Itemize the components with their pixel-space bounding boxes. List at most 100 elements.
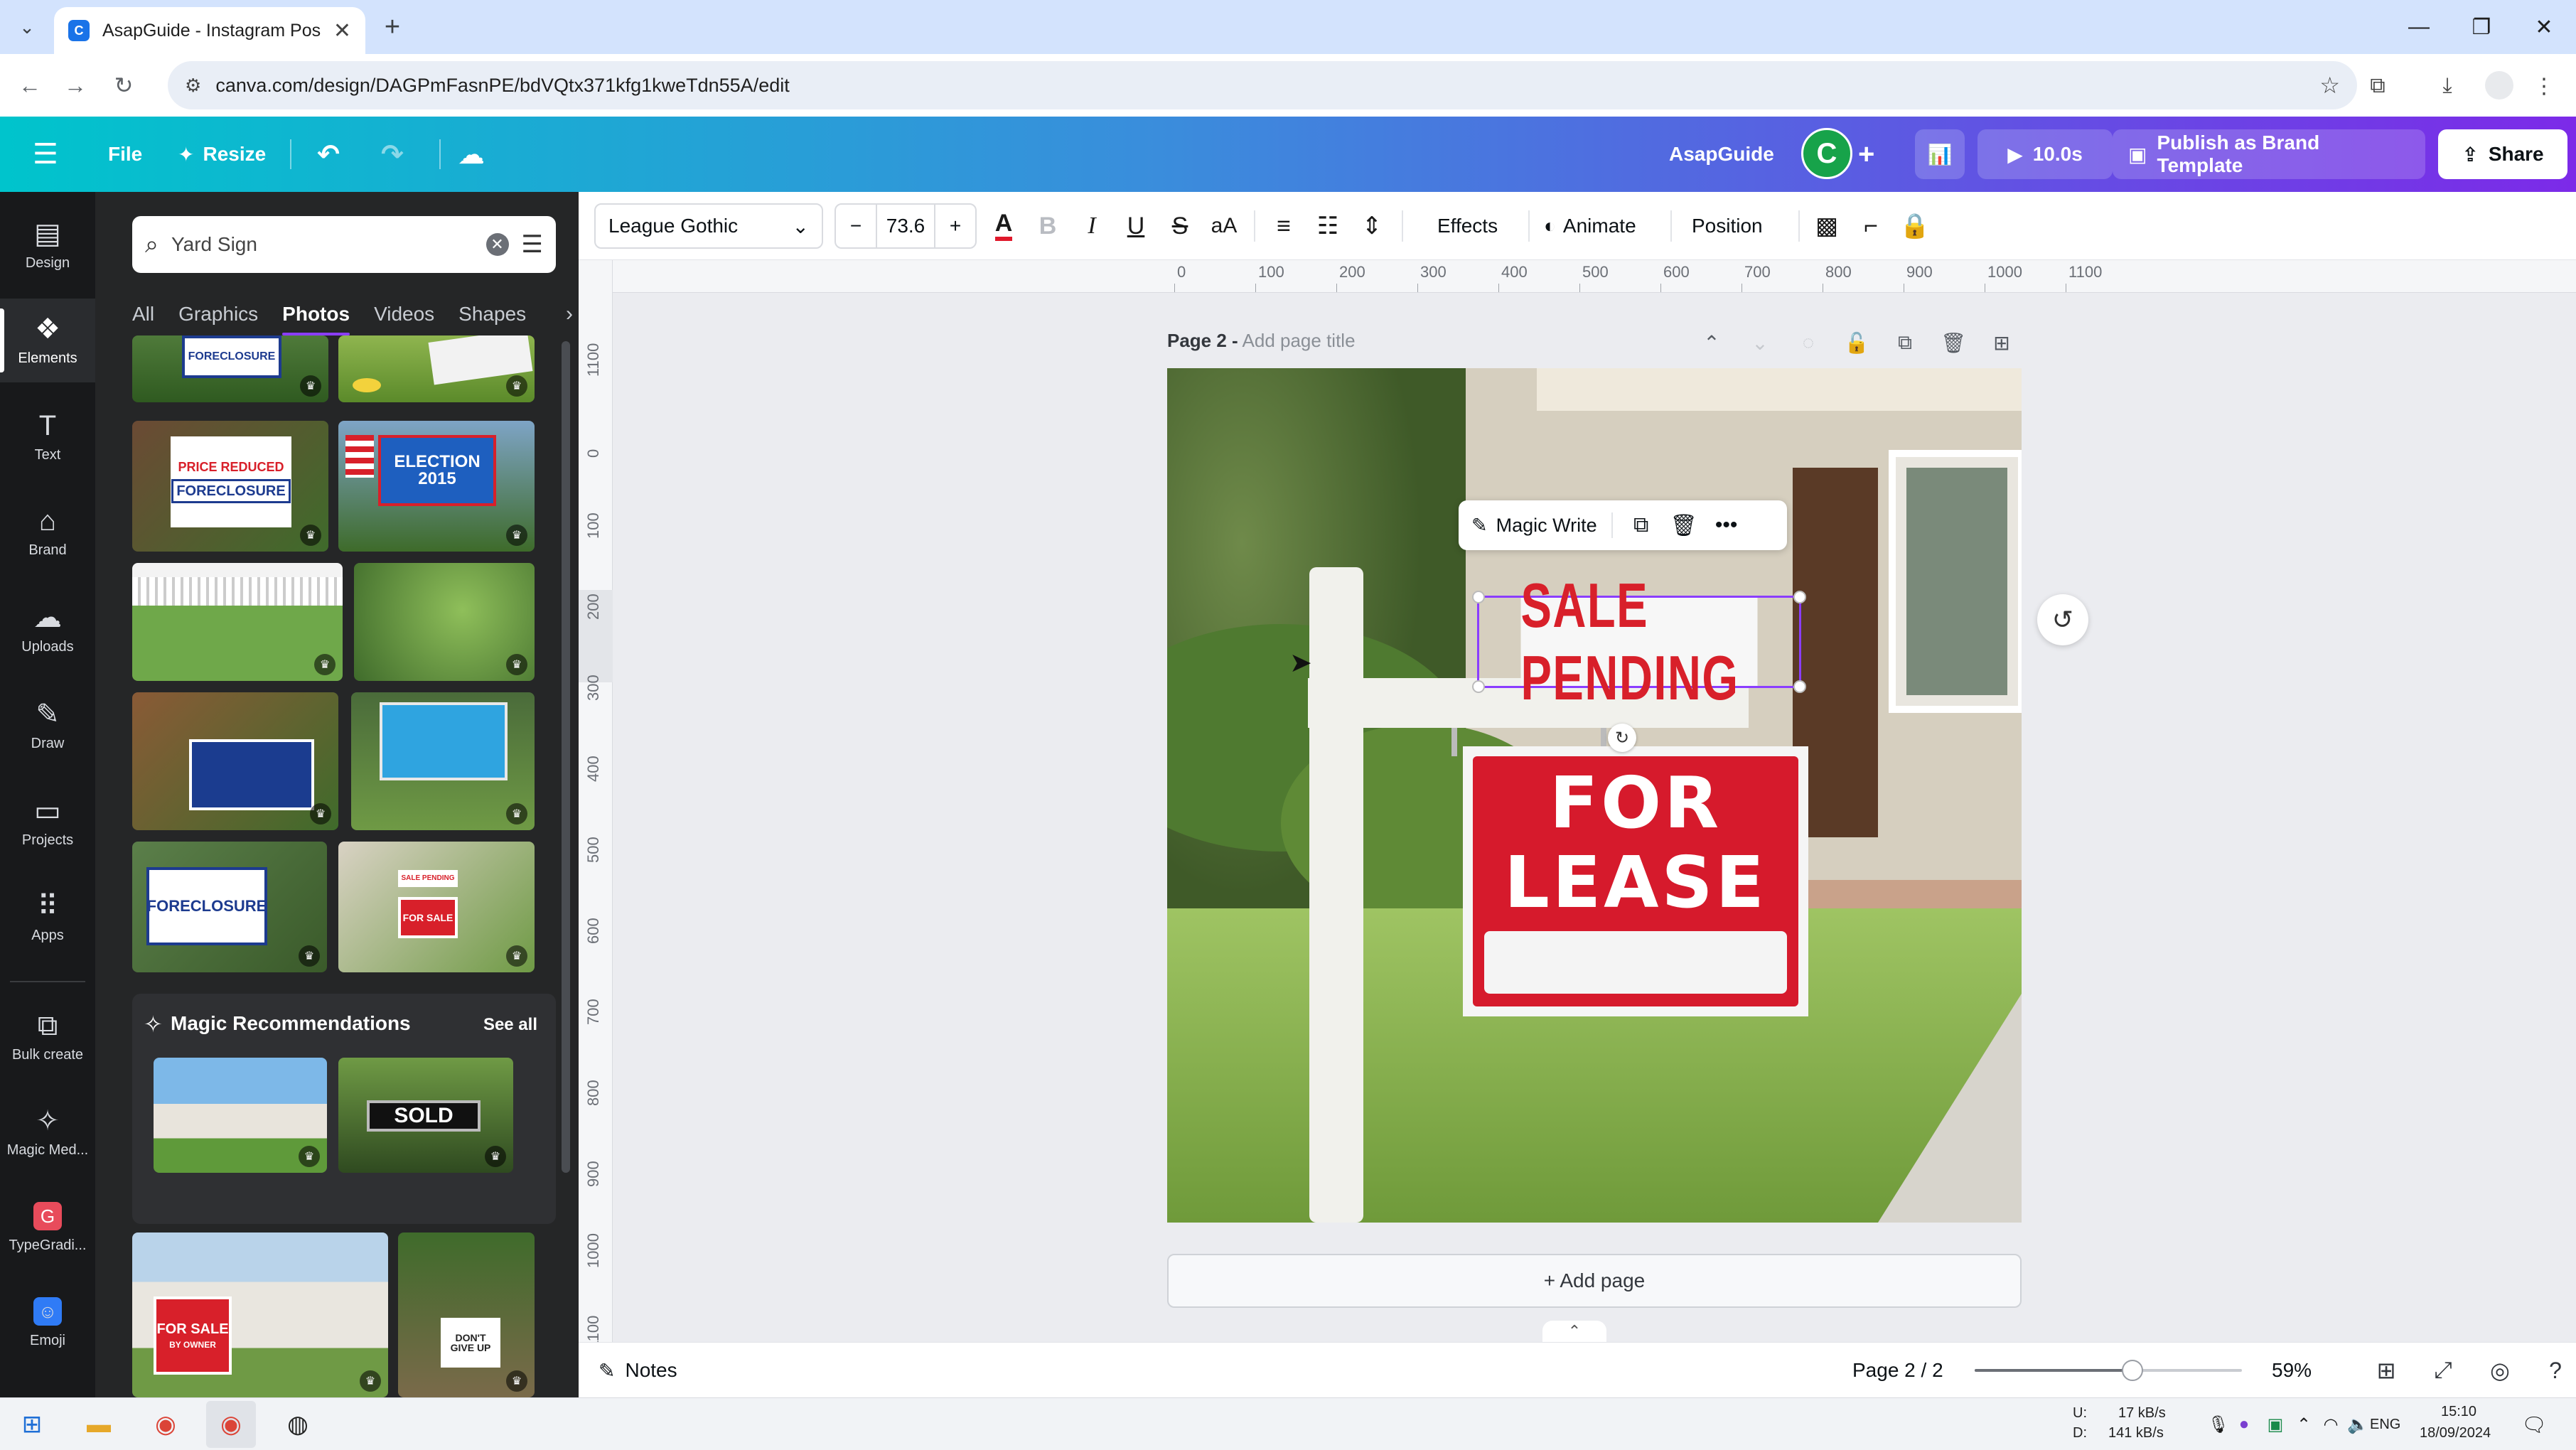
clock-time[interactable]: 15:10 (2441, 1404, 2476, 1420)
team-name[interactable]: AsapGuide (1669, 117, 1774, 192)
transparency-icon[interactable]: ▩ (1808, 208, 1845, 245)
file-explorer-icon[interactable]: ▬ (81, 1407, 117, 1442)
rail-item-apps[interactable]: ⠿ Apps (0, 876, 95, 960)
rotate-handle-icon[interactable]: ↻ (1608, 724, 1636, 752)
photo-thumbnail[interactable]: FORECLOSURE ♛ (132, 335, 328, 402)
rail-item-draw[interactable]: ✎ Draw (0, 684, 95, 768)
site-info-icon[interactable]: ⚙ (185, 75, 201, 97)
spacing-icon[interactable]: ⇕ (1353, 208, 1390, 245)
tab-videos[interactable]: Videos (374, 303, 434, 326)
delete-page-icon[interactable]: 🗑 (1939, 328, 1968, 357)
effects-button[interactable]: Effects (1432, 203, 1503, 249)
rail-item-uploads[interactable]: ☁ Uploads (0, 587, 95, 671)
bookmark-star-icon[interactable]: ☆ (2319, 72, 2340, 99)
photo-thumbnail[interactable]: ♛ (354, 563, 535, 681)
chrome-icon[interactable]: ◉ (148, 1407, 183, 1442)
move-page-down-icon[interactable]: ⌄ (1746, 328, 1774, 357)
see-all-link[interactable]: See all (483, 1015, 537, 1035)
align-center-icon[interactable]: ≡ (1265, 208, 1302, 245)
forward-icon[interactable]: → (60, 70, 91, 101)
italic-icon[interactable]: I (1073, 208, 1110, 245)
zoom-slider-handle[interactable] (2121, 1360, 2143, 1381)
hide-page-icon[interactable]: ◌ (1794, 328, 1823, 357)
add-collaborator-icon[interactable]: + (1858, 117, 1874, 192)
resize-handle[interactable] (1472, 591, 1485, 603)
photo-thumbnail[interactable]: ♛ (132, 692, 338, 830)
resize-handle[interactable] (1472, 680, 1485, 693)
bold-icon[interactable]: B (1029, 208, 1066, 245)
language-indicator[interactable]: ENG (2370, 1417, 2400, 1433)
reload-icon[interactable]: ↻ (108, 70, 139, 101)
undo-icon[interactable]: ↶ (317, 117, 340, 192)
duplicate-page-icon[interactable]: ⧉ (1891, 328, 1919, 357)
page-indicator[interactable]: Page 2 / 2 (1852, 1353, 1943, 1388)
search-box[interactable]: ⌕ Yard Sign ✕ ☰ (132, 216, 556, 273)
redo-icon[interactable]: ↷ (381, 117, 404, 192)
filter-icon[interactable]: ☰ (522, 230, 543, 259)
url-bar[interactable]: ⚙ canva.com/design/DAGPmFasnPE/bdVQtx371… (168, 61, 2357, 109)
photo-thumbnail[interactable]: ♛ (132, 563, 343, 681)
panel-scrollbar[interactable] (560, 341, 571, 1393)
rail-item-typegradient[interactable]: G TypeGradi... (0, 1186, 95, 1269)
fullscreen-icon[interactable]: ⤢ (2427, 1354, 2459, 1387)
publish-brand-template-button[interactable]: ▣ Publish as Brand Template (2113, 129, 2425, 179)
file-menu[interactable]: File (108, 117, 142, 192)
zoom-slider[interactable] (1975, 1369, 2242, 1372)
minimize-window-icon[interactable]: — (2394, 10, 2444, 44)
tab-graphics[interactable]: Graphics (178, 303, 258, 326)
new-tab-icon[interactable]: + (377, 11, 408, 43)
font-family-select[interactable]: League Gothic ⌄ (594, 203, 823, 249)
tab-photos[interactable]: Photos (282, 303, 350, 335)
add-page-icon[interactable]: ⊞ (1987, 328, 2016, 357)
photo-thumbnail[interactable]: ♛ (351, 692, 535, 830)
rail-item-elements[interactable]: ❖ Elements (0, 299, 95, 382)
photo-thumbnail[interactable]: FORECLOSURE ♛ (132, 842, 327, 972)
browser-tab-active[interactable]: C AsapGuide - Instagram Post ✕ (54, 7, 365, 54)
sale-pending-text[interactable]: SALE PENDING (1520, 570, 1758, 713)
resize-button[interactable]: ✦ Resize (178, 117, 266, 192)
browser-profile-avatar[interactable] (2485, 71, 2513, 100)
user-avatar[interactable]: C (1801, 128, 1852, 179)
check-status-icon[interactable]: ◎ (2484, 1354, 2516, 1387)
tabs-scroll-right-icon[interactable]: › (566, 302, 573, 326)
analytics-icon[interactable]: 📊 (1915, 129, 1965, 179)
rail-item-bulk-create[interactable]: ⧉ Bulk create (0, 995, 95, 1079)
font-size-value[interactable]: 73.6 (876, 205, 935, 247)
strikethrough-icon[interactable]: S (1161, 208, 1198, 245)
page-title[interactable]: Page 2 - Add page title (1167, 330, 1356, 352)
share-button[interactable]: ⇪ Share (2438, 129, 2567, 179)
paint-format-icon[interactable]: ⌐ (1852, 208, 1889, 245)
search-input[interactable]: Yard Sign (171, 233, 473, 256)
trash-icon[interactable]: 🗑 (1670, 513, 1698, 538)
browser-menu-icon[interactable]: ⋮ (2528, 70, 2560, 102)
recommendation-thumbnail[interactable]: SOLD ♛ (338, 1058, 513, 1173)
tray-app-icon[interactable]: ● (2226, 1407, 2262, 1442)
grid-view-icon[interactable]: ⊞ (2370, 1354, 2403, 1387)
windows-start-icon[interactable]: ⊞ (14, 1407, 50, 1442)
panel-scroll-thumb[interactable] (562, 341, 570, 1173)
photo-thumbnail[interactable]: SALE PENDING FOR SALE ♛ (338, 842, 535, 972)
extensions-icon[interactable]: ⧉ (2361, 70, 2394, 102)
photo-thumbnail[interactable]: DON'T GIVE UP ♛ (398, 1232, 535, 1397)
move-page-up-icon[interactable]: ⌃ (1697, 328, 1726, 357)
tab-all[interactable]: All (132, 303, 154, 326)
photo-thumbnail[interactable]: FOR SALE BY OWNER ♛ (132, 1232, 388, 1397)
font-size-stepper[interactable]: − 73.6 + (834, 203, 977, 249)
cloud-save-icon[interactable]: ☁ (458, 117, 485, 192)
increase-size-icon[interactable]: + (935, 205, 975, 247)
magic-write-button[interactable]: ✎ Magic Write (1471, 515, 1597, 537)
tab-search-menu-icon[interactable]: ⌄ (13, 13, 41, 41)
notifications-icon[interactable]: 🗨 (2516, 1407, 2552, 1442)
lock-page-icon[interactable]: 🔓 (1842, 328, 1871, 357)
help-icon[interactable]: ? (2539, 1354, 2572, 1387)
resize-handle[interactable] (1793, 680, 1806, 693)
design-canvas[interactable]: FOR LEASE SALE PENDING ↻ (1167, 368, 2022, 1223)
chrome-active-icon[interactable]: ◉ (213, 1407, 249, 1442)
present-button[interactable]: ▶ 10.0s (1977, 129, 2113, 179)
rail-item-brand[interactable]: ⌂ Brand (0, 490, 95, 574)
selected-text-element[interactable]: SALE PENDING (1472, 570, 1806, 713)
list-icon[interactable]: ☷ (1309, 208, 1346, 245)
photo-thumbnail[interactable]: ♛ (338, 335, 535, 402)
rail-item-emoji[interactable]: ☺ Emoji (0, 1281, 95, 1365)
obs-recorder-icon[interactable]: ◍ (280, 1407, 316, 1442)
